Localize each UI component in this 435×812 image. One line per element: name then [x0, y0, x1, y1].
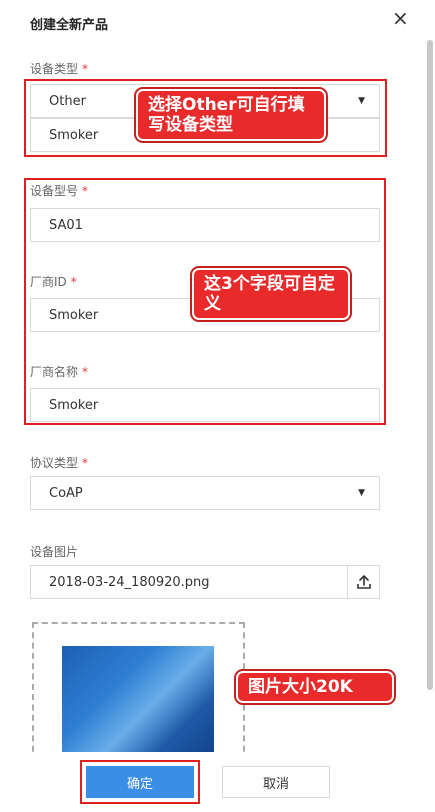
vendor-name-label: 厂商名称 * — [30, 365, 89, 379]
device-type-custom-value: Smoker — [49, 127, 99, 143]
fields-callout: 这3个字段可自定义 — [192, 268, 350, 320]
image-callout: 图片大小20K — [236, 671, 394, 703]
cancel-button[interactable]: 取消 — [222, 766, 330, 798]
dialog-title: 创建全新产品 — [30, 18, 109, 33]
device-image-filename: 2018-03-24_180920.png — [49, 574, 210, 590]
device-image-label: 设备图片 — [30, 545, 79, 559]
device-type-label: 设备类型 * — [30, 62, 89, 76]
device-model-label: 设备型号 * — [30, 184, 89, 198]
image-preview — [62, 646, 214, 764]
image-dropzone[interactable] — [32, 622, 245, 764]
dialog-footer — [0, 752, 435, 812]
type-callout: 选择Other可自行填写设备类型 — [136, 89, 326, 141]
upload-icon — [356, 575, 371, 589]
device-image-filename-field: 2018-03-24_180920.png — [30, 565, 348, 599]
protocol-selected: CoAP — [49, 485, 83, 501]
chevron-down-icon: ▼ — [358, 488, 365, 498]
vendor-id-label: 厂商ID * — [30, 275, 77, 289]
device-model-value: SA01 — [49, 217, 83, 233]
vendor-name-input[interactable]: Smoker — [30, 388, 380, 422]
close-icon[interactable]: × — [392, 8, 409, 28]
confirm-button[interactable]: 确定 — [86, 766, 194, 798]
upload-button[interactable] — [347, 565, 380, 599]
scrollbar[interactable] — [427, 40, 433, 690]
protocol-select[interactable]: CoAP ▼ — [30, 476, 380, 510]
protocol-label: 协议类型 * — [30, 456, 89, 470]
device-model-input[interactable]: SA01 — [30, 208, 380, 242]
vendor-id-value: Smoker — [49, 307, 99, 323]
vendor-name-value: Smoker — [49, 397, 99, 413]
chevron-down-icon: ▼ — [358, 96, 365, 106]
device-type-selected: Other — [49, 93, 86, 109]
